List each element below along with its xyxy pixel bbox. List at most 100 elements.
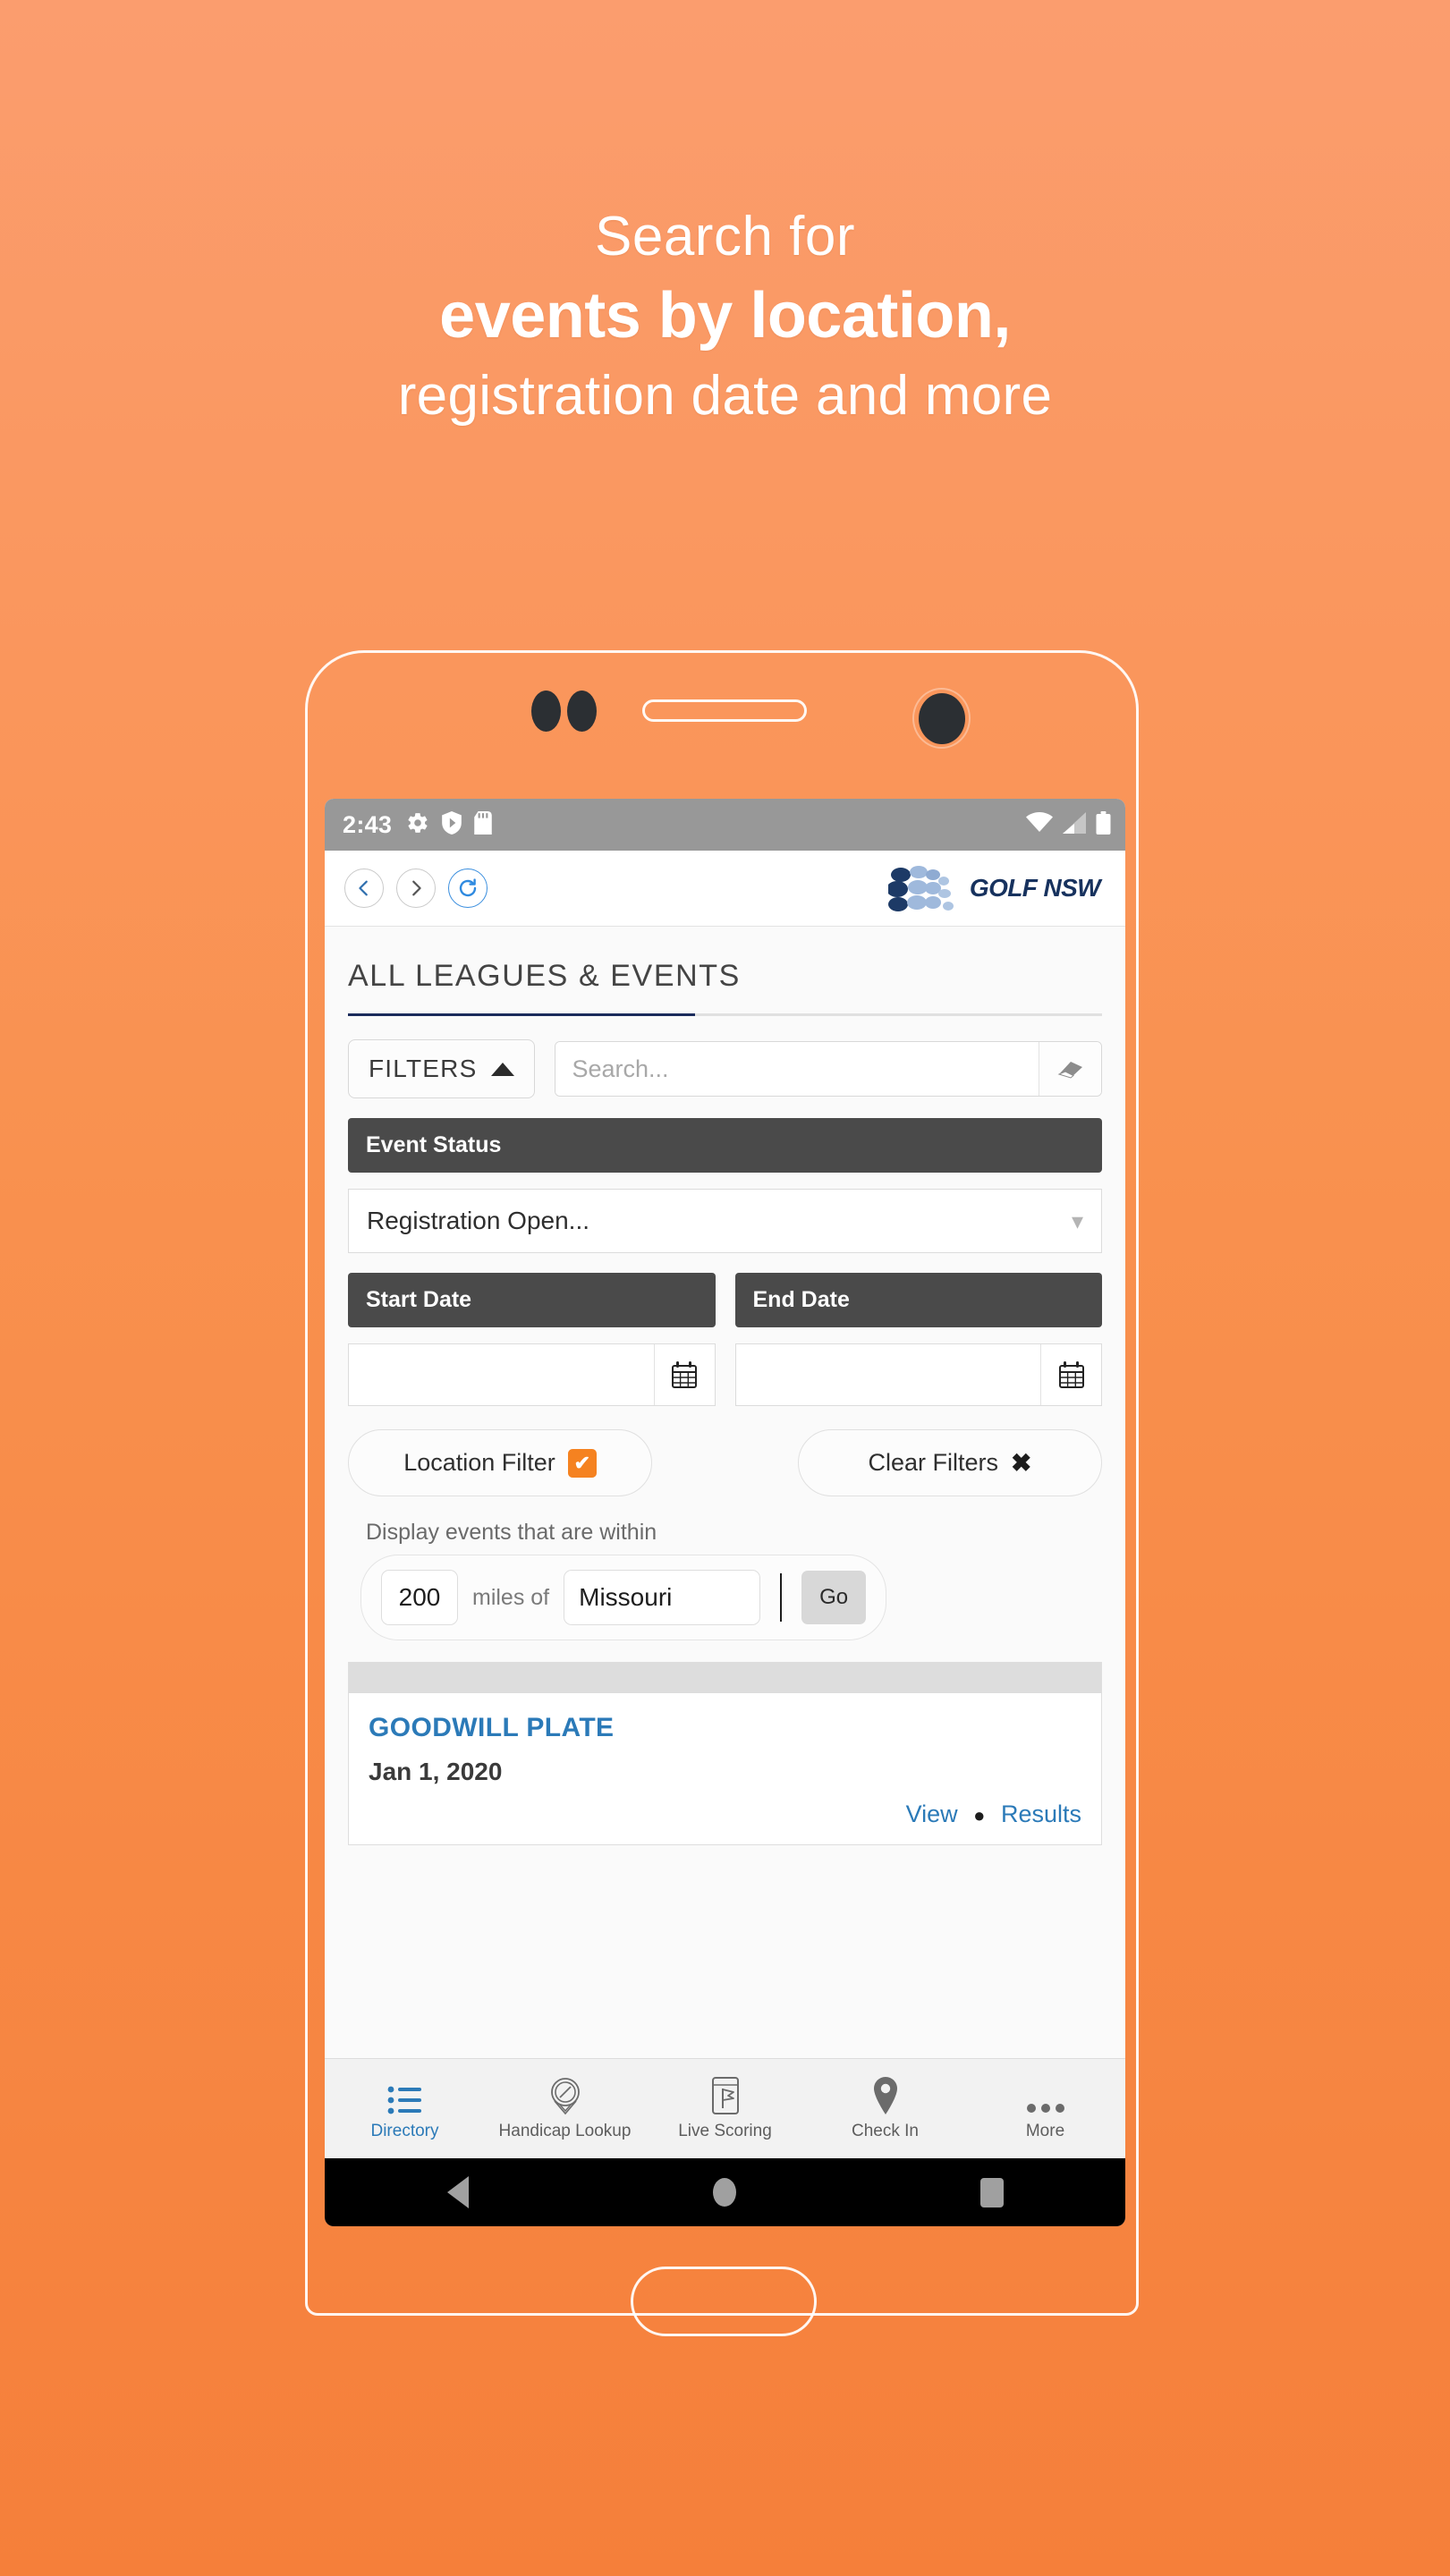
map-pin-icon	[871, 2076, 900, 2115]
forward-button[interactable]	[396, 869, 436, 908]
filters-button-label: FILTERS	[369, 1055, 478, 1082]
event-status-value: Registration Open...	[367, 1207, 590, 1234]
triangle-up-icon	[491, 1062, 515, 1076]
tab-handicap-lookup[interactable]: Handicap Lookup	[485, 2076, 645, 2141]
battery-icon	[1096, 810, 1111, 839]
end-date-input-group	[734, 1343, 1102, 1406]
tab-live-scoring[interactable]: Live Scoring	[645, 2076, 805, 2141]
sensor-dot-icon	[531, 691, 561, 732]
location-distance-group: miles of Go	[360, 1555, 887, 1640]
signal-icon	[1063, 811, 1086, 838]
within-distance-label: Display events that are within	[366, 1520, 657, 1545]
card-header-strip	[349, 1663, 1101, 1693]
tab-more[interactable]: More	[965, 2076, 1125, 2141]
title-underline	[348, 1013, 1102, 1016]
golf-nsw-dots-icon	[887, 866, 954, 911]
android-recents-icon[interactable]	[979, 2177, 1004, 2207]
event-name[interactable]: GOODWILL PLATE	[369, 1713, 1081, 1743]
tab-directory[interactable]: Directory	[325, 2076, 485, 2141]
refresh-icon	[459, 878, 477, 897]
event-status-select[interactable]: Registration Open... ▾	[348, 1189, 1102, 1253]
golf-nsw-logo[interactable]: GOLF NSW	[887, 862, 1106, 914]
end-date-column: End Date	[734, 1273, 1102, 1406]
event-date: Jan 1, 2020	[369, 1758, 503, 1785]
filters-row: FILTERS	[325, 1016, 1125, 1098]
page-title: ALL LEAGUES & EVENTS	[348, 959, 741, 993]
tab-check-in-label: Check In	[852, 2122, 919, 2140]
search-input[interactable]	[555, 1042, 1039, 1096]
tab-handicap-lookup-label: Handicap Lookup	[498, 2122, 632, 2140]
filters-body: Event Status Registration Open... ▾ Star…	[325, 1098, 1125, 1640]
headline-line-1: Search for	[594, 206, 856, 267]
event-card-links: View ● Results	[369, 1801, 1081, 1828]
camera-lens-icon	[918, 692, 965, 744]
start-date-label: Start Date	[348, 1273, 716, 1327]
start-date-calendar-button[interactable]	[653, 1344, 715, 1405]
android-nav-bar	[325, 2158, 1125, 2226]
compass-pin-icon	[547, 2076, 584, 2115]
place-input[interactable]	[564, 1570, 761, 1625]
shield-icon	[442, 810, 462, 839]
go-button[interactable]: Go	[801, 1571, 867, 1624]
location-filter-button[interactable]: Location Filter ✔	[348, 1429, 652, 1496]
chevron-left-icon	[359, 880, 368, 896]
clear-filters-button[interactable]: Clear Filters ✖	[798, 1429, 1102, 1496]
end-date-calendar-button[interactable]	[1040, 1344, 1101, 1405]
eraser-icon	[1057, 1062, 1082, 1079]
event-list: GOODWILL PLATE Jan 1, 2020 View ● Result…	[325, 1640, 1125, 1845]
golf-nsw-logo-text: GOLF NSW	[969, 874, 1101, 902]
earpiece-speaker-icon	[642, 699, 807, 722]
results-link[interactable]: Results	[1001, 1801, 1081, 1827]
wifi-icon	[1026, 811, 1053, 838]
headline-line-2: events by location,	[439, 280, 1011, 352]
browser-header: GOLF NSW	[325, 851, 1125, 927]
vertical-divider	[780, 1573, 783, 1622]
end-date-label: End Date	[734, 1273, 1102, 1327]
tab-directory-label: Directory	[370, 2122, 439, 2140]
scorecard-flag-icon	[710, 2076, 741, 2115]
event-card[interactable]: GOODWILL PLATE Jan 1, 2020 View ● Result…	[348, 1662, 1102, 1845]
distance-input[interactable]	[381, 1570, 458, 1625]
calendar-icon	[672, 1361, 697, 1388]
location-filter-label: Location Filter	[403, 1449, 555, 1476]
tab-more-label: More	[1025, 2122, 1065, 2140]
headline-line-3: registration date and more	[397, 365, 1053, 428]
distance-unit-label: miles of	[472, 1584, 550, 1610]
page-title-area: ALL LEAGUES & EVENTS	[325, 927, 1125, 1016]
date-filters: Start Date End Date	[348, 1273, 1102, 1406]
android-home-icon[interactable]	[712, 2178, 736, 2207]
clear-filters-label: Clear Filters	[868, 1449, 999, 1476]
ellipsis-icon	[1026, 2076, 1065, 2115]
end-date-input[interactable]	[736, 1344, 1041, 1405]
view-link[interactable]: View	[906, 1801, 958, 1827]
back-button[interactable]	[344, 869, 384, 908]
filter-actions: Location Filter ✔ Clear Filters ✖	[348, 1429, 1102, 1496]
marketing-headline: Search for events by location, registrat…	[0, 204, 1450, 428]
start-date-input[interactable]	[349, 1344, 654, 1405]
refresh-button[interactable]	[448, 869, 488, 908]
start-date-column: Start Date	[348, 1273, 716, 1406]
calendar-icon	[1058, 1361, 1084, 1388]
sensor-dot-icon	[567, 691, 597, 732]
status-bar: 2:43	[325, 799, 1125, 851]
sdcard-icon	[474, 810, 492, 839]
status-time: 2:43	[343, 810, 393, 838]
chevron-down-icon: ▾	[1071, 1207, 1083, 1234]
tab-live-scoring-label: Live Scoring	[678, 2122, 772, 2140]
android-back-icon[interactable]	[446, 2176, 469, 2208]
chevron-right-icon	[412, 880, 421, 896]
front-camera-icon	[912, 688, 971, 749]
tab-check-in[interactable]: Check In	[805, 2076, 965, 2141]
event-card-body: GOODWILL PLATE Jan 1, 2020 View ● Result…	[349, 1693, 1101, 1844]
page-content: ALL LEAGUES & EVENTS FILTERS Event Statu…	[325, 927, 1125, 2158]
phone-screen: 2:43 GOLF NSW ALL LEAGUES & EVENTS FILTE…	[325, 799, 1125, 2226]
erase-search-button[interactable]	[1039, 1042, 1101, 1096]
home-button[interactable]	[631, 2267, 817, 2336]
start-date-input-group	[348, 1343, 716, 1406]
gear-icon	[406, 811, 429, 839]
close-icon: ✖	[1011, 1449, 1032, 1477]
list-icon	[387, 2076, 423, 2115]
bottom-tab-bar: Directory Handicap Lookup Live Scoring C…	[325, 2058, 1125, 2158]
search-box	[555, 1041, 1102, 1097]
filters-toggle-button[interactable]: FILTERS	[348, 1039, 536, 1098]
